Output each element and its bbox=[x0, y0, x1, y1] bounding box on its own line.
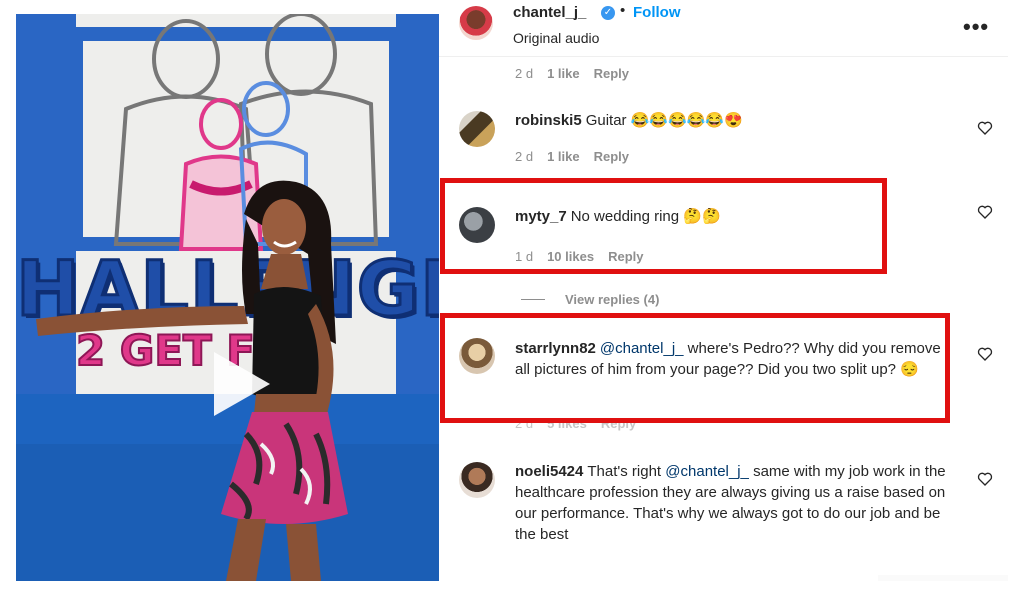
post-video[interactable]: HALLENGE 2 GET FIT bbox=[16, 14, 439, 581]
play-icon bbox=[214, 352, 270, 416]
woman-figure bbox=[36, 180, 348, 581]
heart-icon[interactable] bbox=[977, 204, 993, 220]
avatar[interactable] bbox=[459, 6, 493, 40]
reply-button[interactable]: Reply bbox=[594, 66, 629, 81]
avatar[interactable] bbox=[459, 111, 495, 147]
comment-likes[interactable]: 1 like bbox=[547, 66, 580, 81]
play-button[interactable] bbox=[198, 344, 278, 424]
post-author-username[interactable]: chantel_j_ bbox=[513, 4, 586, 21]
audio-label[interactable]: Original audio bbox=[513, 30, 599, 46]
comment-meta: 2 d 1 like Reply bbox=[515, 149, 643, 164]
follow-button[interactable]: Follow bbox=[633, 4, 681, 21]
avatar[interactable] bbox=[459, 462, 495, 498]
comment-mention[interactable]: @chantel_j_ bbox=[665, 463, 749, 480]
comment-text: noeli5424 That's right @chantel_j_ same w… bbox=[515, 461, 955, 545]
comment-body-start: That's right bbox=[587, 463, 662, 480]
comment-body: Guitar 😂😂😂😂😂😍 bbox=[585, 112, 743, 129]
heart-icon[interactable] bbox=[977, 346, 993, 362]
heart-icon[interactable] bbox=[977, 120, 993, 136]
post-header: chantel_j_ ✓ • Follow Original audio ••• bbox=[439, 0, 1008, 56]
comment-username[interactable]: noeli5424 bbox=[515, 463, 583, 480]
verified-badge-icon: ✓ bbox=[601, 6, 615, 20]
header-separator: • bbox=[620, 2, 626, 19]
caption-meta: 2 d 1 like Reply bbox=[515, 66, 643, 81]
action-bar-edge bbox=[878, 575, 1008, 581]
view-replies-button[interactable]: View replies (4) bbox=[565, 292, 659, 307]
comment-time: 2 d bbox=[515, 66, 534, 81]
comment-time: 2 d bbox=[515, 149, 534, 164]
comments-panel: chantel_j_ ✓ • Follow Original audio •••… bbox=[439, 0, 1008, 581]
heart-icon[interactable] bbox=[977, 471, 993, 487]
more-options-icon[interactable]: ••• bbox=[963, 14, 989, 40]
comment-text: robinski5 Guitar 😂😂😂😂😂😍 bbox=[515, 110, 945, 131]
reply-button[interactable]: Reply bbox=[594, 149, 629, 164]
highlight-box bbox=[440, 313, 950, 423]
view-replies-line bbox=[521, 299, 545, 300]
header-divider bbox=[439, 56, 1008, 57]
highlight-box bbox=[440, 178, 887, 274]
comment-likes[interactable]: 1 like bbox=[547, 149, 580, 164]
comment-username[interactable]: robinski5 bbox=[515, 112, 582, 129]
page-margin bbox=[1008, 0, 1024, 597]
